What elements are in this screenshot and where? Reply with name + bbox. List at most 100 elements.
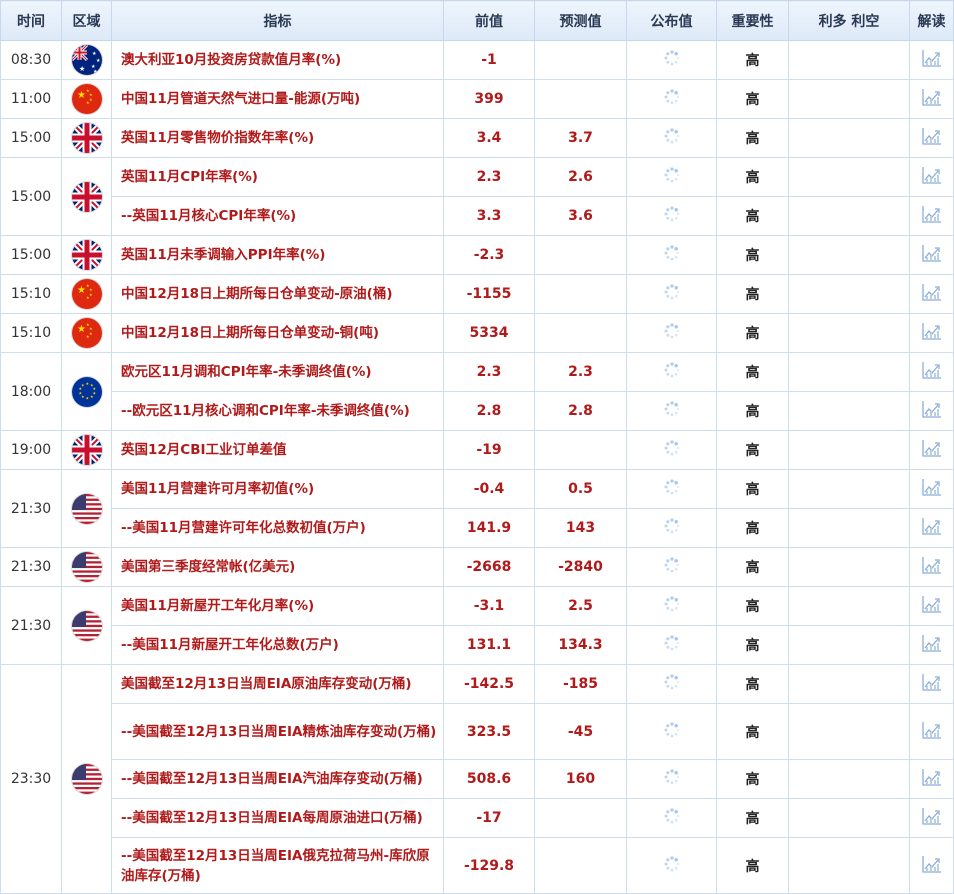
chart-analysis-icon[interactable] [921,49,942,71]
analysis-cell [909,352,954,392]
actual-value [626,235,717,275]
chart-analysis-icon[interactable] [921,673,942,695]
importance-value: 高 [716,79,789,119]
analysis-cell [909,469,954,509]
svg-text:★: ★ [79,65,85,73]
svg-text:★: ★ [86,334,90,339]
header-region: 区域 [61,0,112,41]
chart-analysis-icon[interactable] [921,439,942,461]
chart-analysis-icon[interactable] [921,127,942,149]
loading-spinner-icon [663,128,680,148]
indicator-link[interactable]: --美国截至12月13日当周EIA汽油库存变动(万桶) [111,759,444,799]
chart-analysis-icon[interactable] [921,807,942,829]
chart-analysis-icon[interactable] [921,322,942,344]
indicator-link[interactable]: --美国截至12月13日当周EIA精炼油库存变动(万桶) [111,703,444,760]
indicator-link[interactable]: --欧元区11月核心调和CPI年率-未季调终值(%) [111,391,444,431]
svg-text:★: ★ [92,51,97,57]
chart-analysis-icon[interactable] [921,556,942,578]
importance-value: 高 [716,196,789,236]
region-cell [61,157,112,236]
indicator-link[interactable]: 美国11月新屋开工年化月率(%) [111,586,444,626]
time-cell: 21:30 [0,547,62,587]
table-row: --美国11月新屋开工年化总数(万户) 131.1 134.3 高 [1,625,954,665]
chart-analysis-icon[interactable] [921,768,942,790]
indicator-link[interactable]: 美国11月营建许可月率初值(%) [111,469,444,509]
chart-analysis-icon[interactable] [921,595,942,617]
analysis-cell [909,157,954,197]
chart-analysis-icon[interactable] [921,478,942,500]
indicator-link[interactable]: --美国截至12月13日当周EIA每周原油进口(万桶) [111,798,444,838]
chart-analysis-icon[interactable] [921,517,942,539]
bull-bear-cell [788,235,910,275]
indicator-link[interactable]: --美国11月新屋开工年化总数(万户) [111,625,444,665]
forecast-value [534,40,627,80]
actual-value [626,508,717,548]
indicator-link[interactable]: 澳大利亚10月投资房贷款值月率(%) [111,40,444,80]
analysis-cell [909,703,954,760]
analysis-cell [909,798,954,838]
chart-analysis-icon[interactable] [921,166,942,188]
chart-analysis-icon[interactable] [921,205,942,227]
actual-value [626,837,717,894]
svg-text:★: ★ [89,331,93,336]
indicator-link[interactable]: 英国11月CPI年率(%) [111,157,444,197]
importance-value: 高 [716,118,789,158]
bull-bear-cell [788,118,910,158]
indicator-link[interactable]: 英国12月CBI工业订单差值 [111,430,444,470]
indicator-link[interactable]: --美国截至12月13日当周EIA俄克拉荷马州-库欣原油库存(万桶) [111,837,444,894]
indicator-link[interactable]: 美国第三季度经常帐(亿美元) [111,547,444,587]
previous-value: -129.8 [443,837,535,894]
previous-value: 2.8 [443,391,535,431]
table-row: --美国截至12月13日当周EIA每周原油进口(万桶) -17 高 [1,798,954,838]
region-cell [61,469,112,548]
time-cell: 11:00 [0,79,62,119]
chart-analysis-icon[interactable] [921,400,942,422]
actual-value [626,118,717,158]
region-cell: ★ ★ ★ ★ ★ [61,79,112,119]
indicator-link[interactable]: 美国截至12月13日当周EIA原油库存变动(万桶) [111,664,444,704]
indicator-link[interactable]: --英国11月核心CPI年率(%) [111,196,444,236]
actual-value [626,586,717,626]
time-cell: 08:30 [0,40,62,80]
forecast-value [534,837,627,894]
bull-bear-cell [788,430,910,470]
economic-calendar-table: 时间 区域 指标 前值 预测值 公布值 重要性 利多 利空 解读 08:30 ★ ★… [0,0,954,894]
chart-analysis-icon[interactable] [921,88,942,110]
bull-bear-cell [788,469,910,509]
uk-flag-icon [71,123,102,153]
importance-value: 高 [716,274,789,314]
us-flag-icon [71,493,102,524]
actual-value [626,40,717,80]
svg-text:★: ★ [89,97,93,102]
svg-text:★: ★ [77,90,86,101]
indicator-link[interactable]: 中国12月18日上期所每日仓单变动-铜(吨) [111,313,444,353]
indicator-link[interactable]: 中国12月18日上期所每日仓单变动-原油(桶) [111,274,444,314]
header-previous: 前值 [443,0,535,41]
indicator-link[interactable]: 英国11月零售物价指数年率(%) [111,118,444,158]
time-cell: 15:10 [0,274,62,314]
bull-bear-cell [788,798,910,838]
china-flag-icon: ★ ★ ★ ★ ★ [71,84,102,114]
loading-spinner-icon [663,167,680,187]
chart-analysis-icon[interactable] [921,721,942,743]
indicator-link[interactable]: 欧元区11月调和CPI年率-未季调终值(%) [111,352,444,392]
chart-analysis-icon[interactable] [921,855,942,877]
chart-analysis-icon[interactable] [921,244,942,266]
svg-text:★: ★ [86,295,90,300]
loading-spinner-icon [663,362,680,382]
uk-flag-icon [71,181,102,212]
previous-value: 5334 [443,313,535,353]
chart-analysis-icon[interactable] [921,283,942,305]
time-cell: 21:30 [0,469,62,548]
importance-value: 高 [716,703,789,760]
region-cell [61,235,112,275]
importance-value: 高 [716,391,789,431]
chart-analysis-icon[interactable] [921,634,942,656]
bull-bear-cell [788,547,910,587]
indicator-link[interactable]: 中国11月管道天然气进口量-能源(万吨) [111,79,444,119]
analysis-cell [909,664,954,704]
loading-spinner-icon [663,674,680,694]
indicator-link[interactable]: --美国11月营建许可年化总数初值(万户) [111,508,444,548]
chart-analysis-icon[interactable] [921,361,942,383]
indicator-link[interactable]: 英国11月未季调输入PPI年率(%) [111,235,444,275]
